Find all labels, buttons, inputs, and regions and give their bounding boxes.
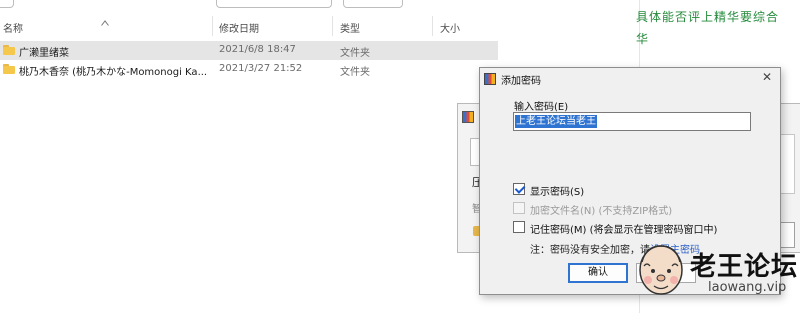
column-size[interactable]: 大小 [440,20,460,35]
folder-icon [3,64,15,74]
folder-icon [3,45,15,55]
file-name: 桃乃木香奈 (桃乃木かな-Momonogi Ka... [19,67,208,78]
watermark-url: laowang.vip [708,280,787,295]
remember-password-checkbox[interactable] [513,221,525,233]
column-divider[interactable] [332,16,333,36]
winrar-icon [462,111,474,123]
file-row[interactable]: 桃乃木香奈 (桃乃木かな-Momonogi Ka... 2021/3/27 21… [0,60,498,79]
top-toolbar-strip [0,0,640,10]
encrypt-filenames-checkbox[interactable] [513,202,525,214]
side-text-line: 具体能否评上精华要综合 [636,10,780,24]
file-row[interactable]: 广濑里绪菜 2021/6/8 18:47 文件夹 [0,41,498,60]
file-name: 广濑里绪菜 [19,48,69,59]
old-man-logo-icon [639,245,683,295]
file-date: 2021/3/27 21:52 [219,63,303,74]
file-type: 文件夹 [340,48,370,59]
side-text: 具体能否评上精华要综合 华 [636,6,800,50]
sort-ascending-icon [101,20,109,26]
winrar-icon [484,73,496,85]
show-password-label: 显示密码(S) [530,187,585,198]
column-divider[interactable] [212,16,213,36]
show-password-checkbox[interactable] [513,183,525,195]
password-value: 上老王论坛当老王 [515,115,597,128]
column-type[interactable]: 类型 [340,20,360,35]
file-date: 2021/6/8 18:47 [219,44,296,55]
toolbar-box-addr[interactable] [343,0,403,8]
column-header: 名称 修改日期 类型 大小 [0,14,640,36]
encrypt-filenames-label: 加密文件名(N) (不支持ZIP格式) [530,206,673,217]
password-label: 输入密码(E) [514,102,569,113]
column-divider[interactable] [432,16,433,36]
password-input[interactable]: 上老王论坛当老王 [513,112,751,131]
toolbar-box-search[interactable] [216,0,332,8]
file-type: 文件夹 [340,67,370,78]
dialog-title: 添加密码 [501,76,541,87]
toolbar-box-left[interactable] [0,0,14,8]
watermark-brand: 老王论坛 [690,252,799,282]
side-text-line: 华 [636,32,650,46]
column-name[interactable]: 名称 [3,20,23,35]
close-icon[interactable]: ✕ [758,69,776,85]
column-date[interactable]: 修改日期 [219,20,259,35]
watermark: 老王论坛 laowang.vip [630,238,800,313]
confirm-button[interactable]: 确认 [568,263,628,283]
remember-password-label: 记住密码(M) (将会显示在管理密码窗口中) [530,225,718,236]
